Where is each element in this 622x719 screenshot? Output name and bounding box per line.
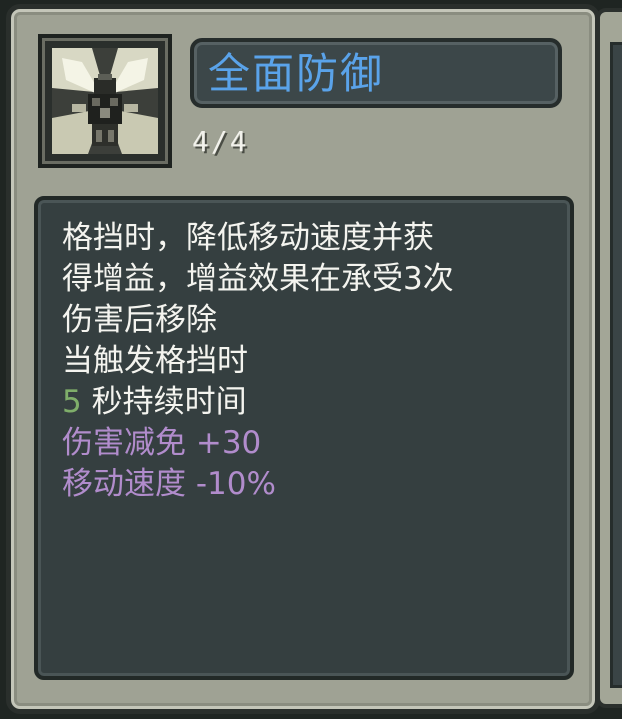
shield-burst-icon	[52, 48, 158, 154]
game-screen: 全面防御 4/4 格挡时，降低移动速度并获 得增益，增益效果在承受3次 伤害后移…	[0, 0, 622, 719]
duration-value: 5	[62, 384, 82, 420]
description-line: 当触发格挡时	[62, 343, 248, 379]
description-line: 得增益，增益效果在承受3次	[62, 261, 454, 297]
skill-icon-frame	[38, 34, 172, 168]
duration-label: 秒持续时间	[91, 384, 247, 420]
stat-move-speed: 移动速度 -10%	[62, 466, 276, 502]
description-line: 伤害后移除	[62, 302, 217, 338]
duration-line: 5 秒持续时间	[62, 382, 562, 423]
skill-title-bar: 全面防御	[190, 38, 562, 108]
stat-damage-reduction: 伤害减免 +30	[62, 425, 262, 461]
description-line: 格挡时，降低移动速度并获	[62, 220, 434, 256]
description-text: 格挡时，降低移动速度并获 得增益，增益效果在承受3次 伤害后移除 当触发格挡时 …	[62, 218, 562, 505]
adjacent-panel-inner	[610, 42, 622, 688]
skill-title: 全面防御	[208, 49, 385, 98]
description-box: 格挡时，降低移动速度并获 得增益，增益效果在承受3次 伤害后移除 当触发格挡时 …	[34, 196, 574, 680]
skill-level: 4/4	[192, 125, 249, 158]
